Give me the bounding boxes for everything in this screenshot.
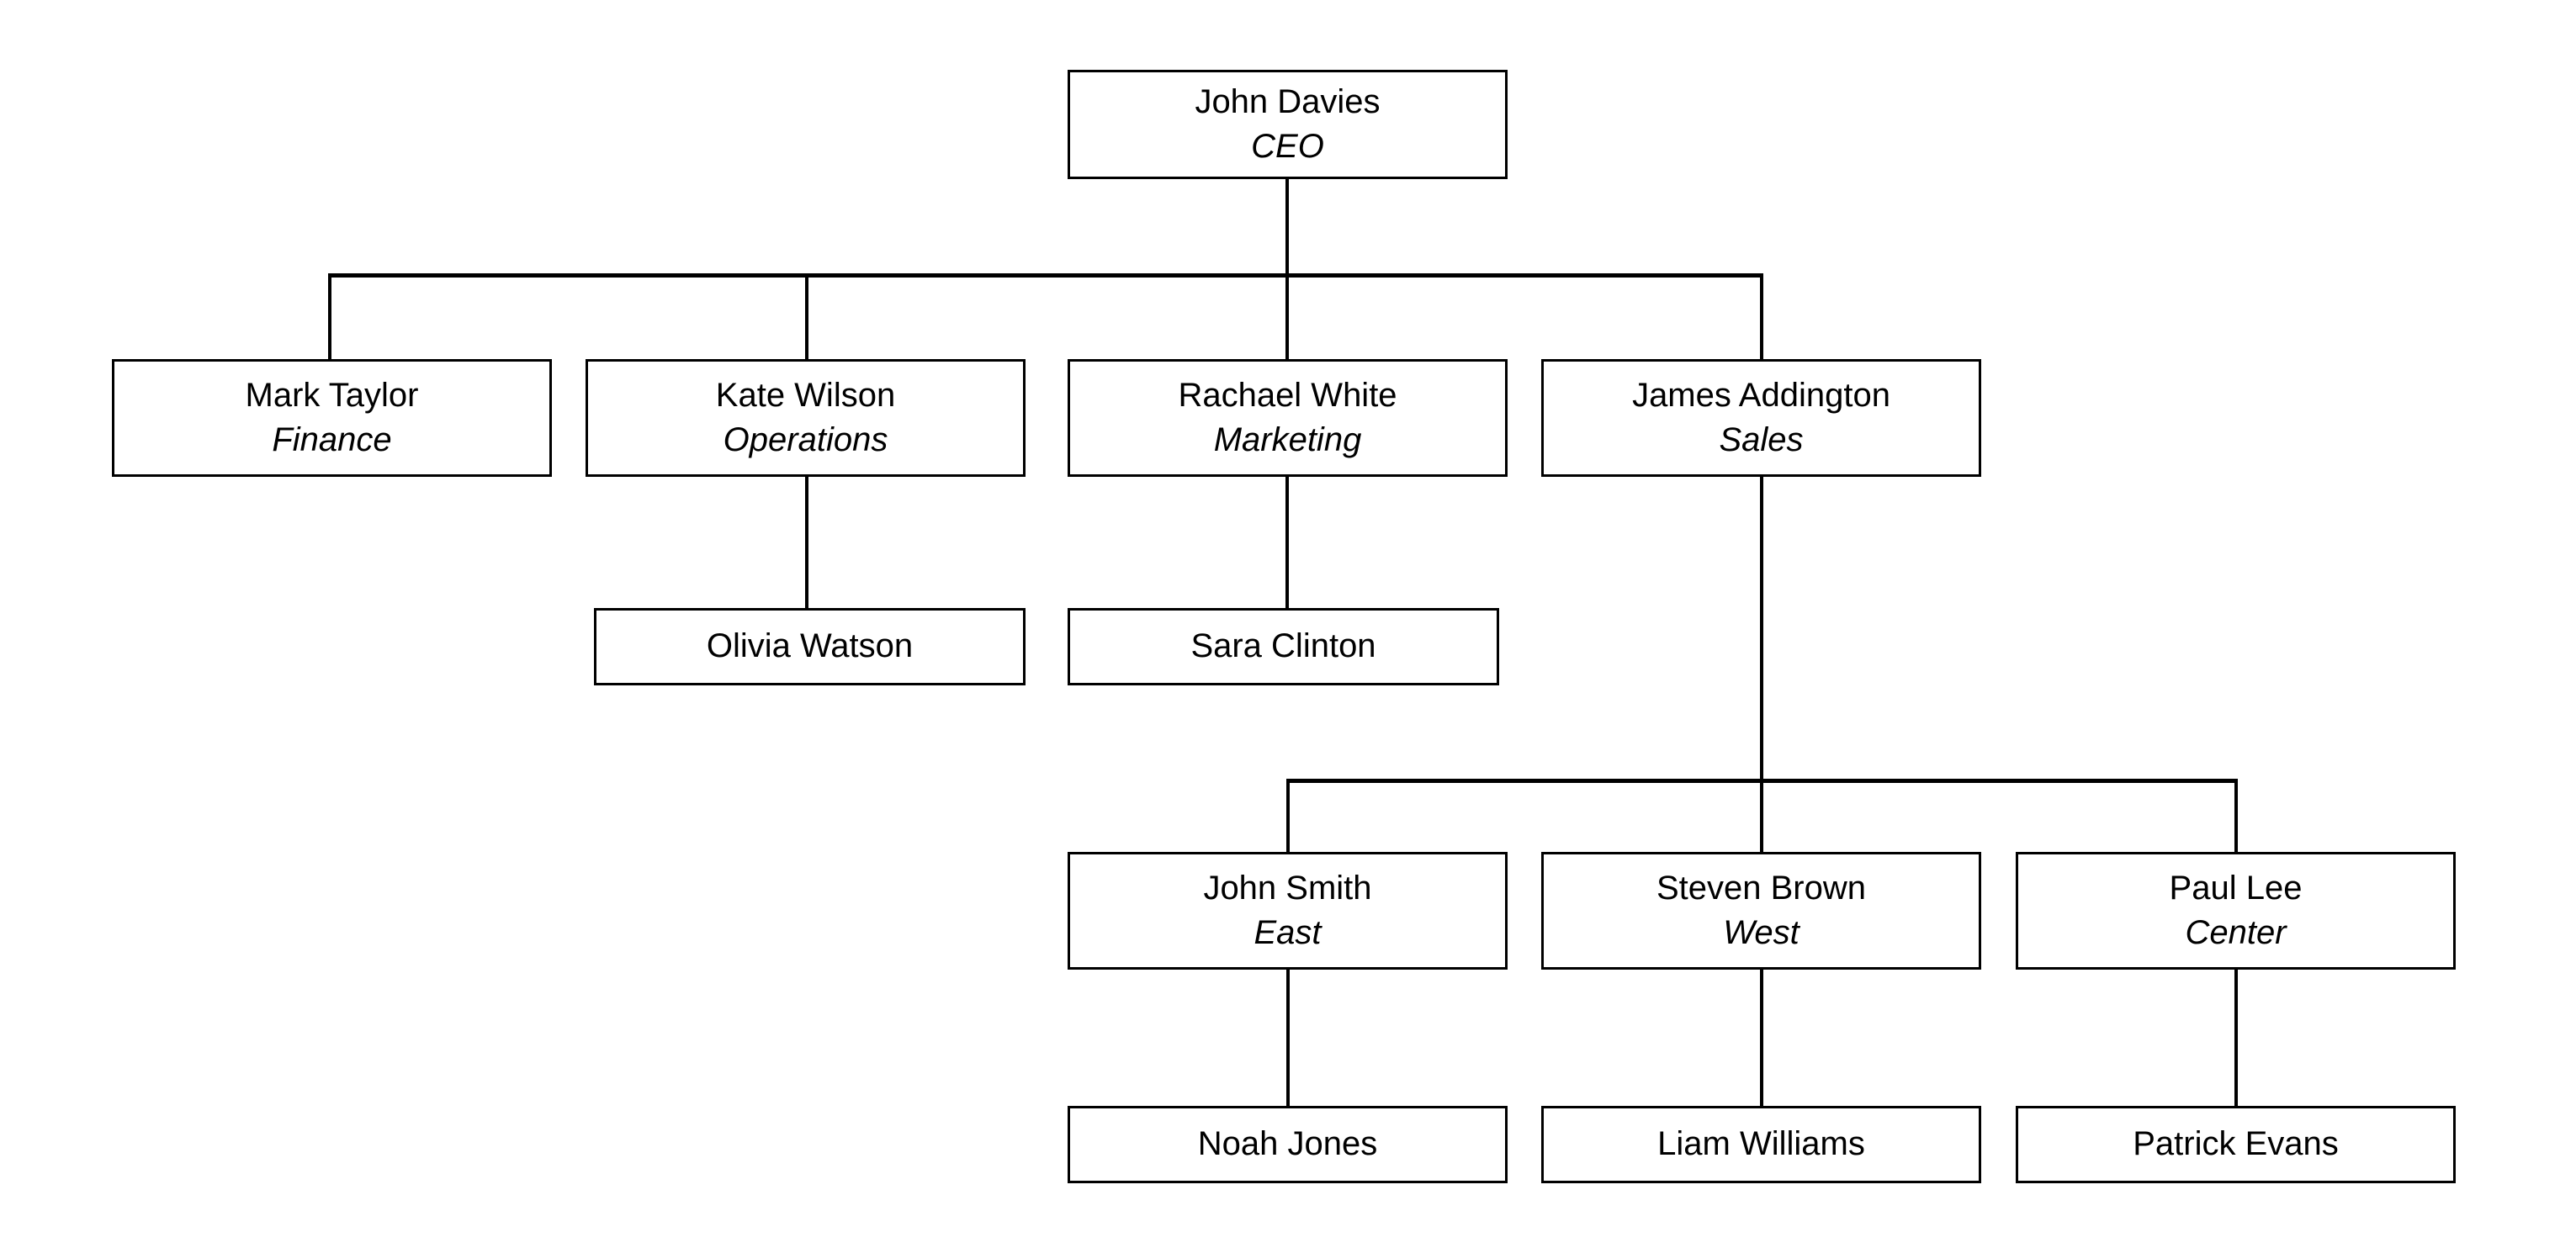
- org-node-name: Noah Jones: [1197, 1125, 1378, 1163]
- org-node-name: Sara Clinton: [1190, 627, 1376, 665]
- org-node-operations[interactable]: Kate Wilson Operations: [586, 359, 1026, 477]
- org-node-name: John Smith: [1203, 869, 1372, 907]
- org-node-name: John Davies: [1195, 82, 1381, 120]
- org-node-finance[interactable]: Mark Taylor Finance: [112, 359, 552, 477]
- org-node-name: James Addington: [1632, 376, 1890, 414]
- org-node-role: Sales: [1719, 421, 1804, 458]
- org-node-west[interactable]: Steven Brown West: [1541, 852, 1981, 970]
- connector-sales-stem: [1760, 477, 1763, 780]
- connector-drop-east: [1286, 779, 1290, 852]
- org-node-role: Finance: [272, 421, 392, 458]
- org-node-name: Olivia Watson: [706, 627, 914, 665]
- org-node-marketing[interactable]: Rachael White Marketing: [1068, 359, 1508, 477]
- connector-drop-operations: [805, 273, 808, 359]
- org-node-name: Steven Brown: [1656, 869, 1867, 907]
- org-node-role: Center: [2185, 914, 2287, 951]
- org-node-name: Rachael White: [1178, 376, 1397, 414]
- org-node-noah-jones[interactable]: Noah Jones: [1068, 1106, 1508, 1183]
- org-node-olivia-watson[interactable]: Olivia Watson: [594, 608, 1026, 685]
- org-node-patrick-evans[interactable]: Patrick Evans: [2016, 1106, 2456, 1183]
- org-node-east[interactable]: John Smith East: [1068, 852, 1508, 970]
- org-node-sara-clinton[interactable]: Sara Clinton: [1068, 608, 1499, 685]
- org-node-name: Patrick Evans: [2133, 1125, 2339, 1163]
- connector-drop-finance: [328, 273, 331, 359]
- org-node-center[interactable]: Paul Lee Center: [2016, 852, 2456, 970]
- org-node-role: Operations: [723, 421, 888, 458]
- connector-east-to-noah-jones: [1286, 970, 1290, 1106]
- org-node-role: West: [1723, 914, 1799, 951]
- connector-west-to-liam-williams: [1760, 970, 1763, 1106]
- connector-drop-sales: [1760, 273, 1763, 359]
- connector-operations-to-olivia-watson: [805, 477, 808, 608]
- connector-ceo-stem: [1285, 179, 1289, 276]
- connector-center-to-patrick-evans: [2234, 970, 2238, 1106]
- org-chart-canvas: John Davies CEO Mark Taylor Finance Kate…: [0, 0, 2576, 1248]
- org-node-name: Kate Wilson: [715, 376, 896, 414]
- connector-drop-center: [2234, 779, 2238, 852]
- org-node-role: East: [1254, 914, 1322, 951]
- connector-drop-marketing: [1285, 273, 1289, 359]
- org-node-name: Mark Taylor: [245, 376, 419, 414]
- org-node-sales[interactable]: James Addington Sales: [1541, 359, 1981, 477]
- org-node-role: Marketing: [1213, 421, 1362, 458]
- org-node-name: Paul Lee: [2169, 869, 2303, 907]
- org-node-role: CEO: [1251, 128, 1324, 165]
- connector-level2-bus: [328, 273, 1763, 278]
- org-node-liam-williams[interactable]: Liam Williams: [1541, 1106, 1981, 1183]
- connector-marketing-to-sara-clinton: [1285, 477, 1289, 608]
- org-node-ceo[interactable]: John Davies CEO: [1068, 70, 1508, 179]
- org-node-name: Liam Williams: [1657, 1125, 1865, 1163]
- connector-drop-west: [1760, 779, 1763, 852]
